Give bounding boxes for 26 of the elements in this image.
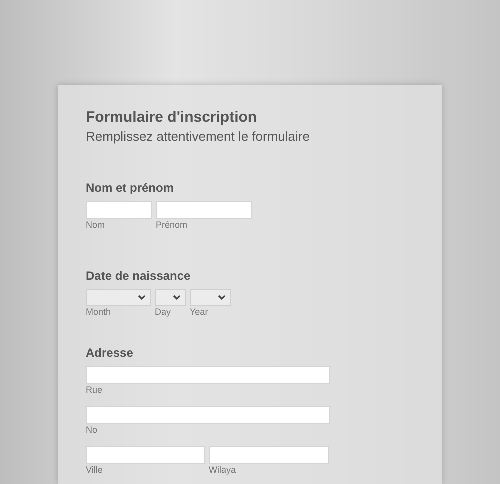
field-caption[interactable]: Rue <box>86 384 103 396</box>
field-caption[interactable]: Nom <box>86 219 106 231</box>
field-caption[interactable]: Wilaya <box>209 464 236 476</box>
input-field[interactable] <box>86 406 330 424</box>
input-field[interactable] <box>86 446 205 464</box>
field-caption[interactable]: Year <box>190 306 208 318</box>
input-field[interactable] <box>86 366 330 384</box>
section-heading: Nom et prénom <box>86 180 174 196</box>
field-caption[interactable]: Prénom <box>156 219 188 231</box>
field-caption[interactable]: Day <box>155 306 172 318</box>
chevron-down-icon <box>173 295 181 300</box>
dropdown-field[interactable] <box>155 289 186 306</box>
dropdown-field[interactable] <box>86 289 151 306</box>
field-caption[interactable]: No <box>86 424 98 436</box>
chevron-down-icon <box>218 295 226 300</box>
form-subtitle: Remplissez attentivement le formulaire <box>86 128 310 146</box>
section-heading: Date de naissance <box>86 268 191 284</box>
dropdown-field[interactable] <box>190 289 231 306</box>
form-title: Formulaire d'inscription <box>86 108 258 128</box>
input-field[interactable] <box>209 446 329 464</box>
input-field[interactable] <box>156 201 252 219</box>
section-heading: Adresse <box>86 345 134 361</box>
field-caption[interactable]: Ville <box>86 464 103 476</box>
field-caption[interactable]: Month <box>86 306 112 318</box>
input-field[interactable] <box>86 201 152 219</box>
chevron-down-icon <box>138 295 146 300</box>
